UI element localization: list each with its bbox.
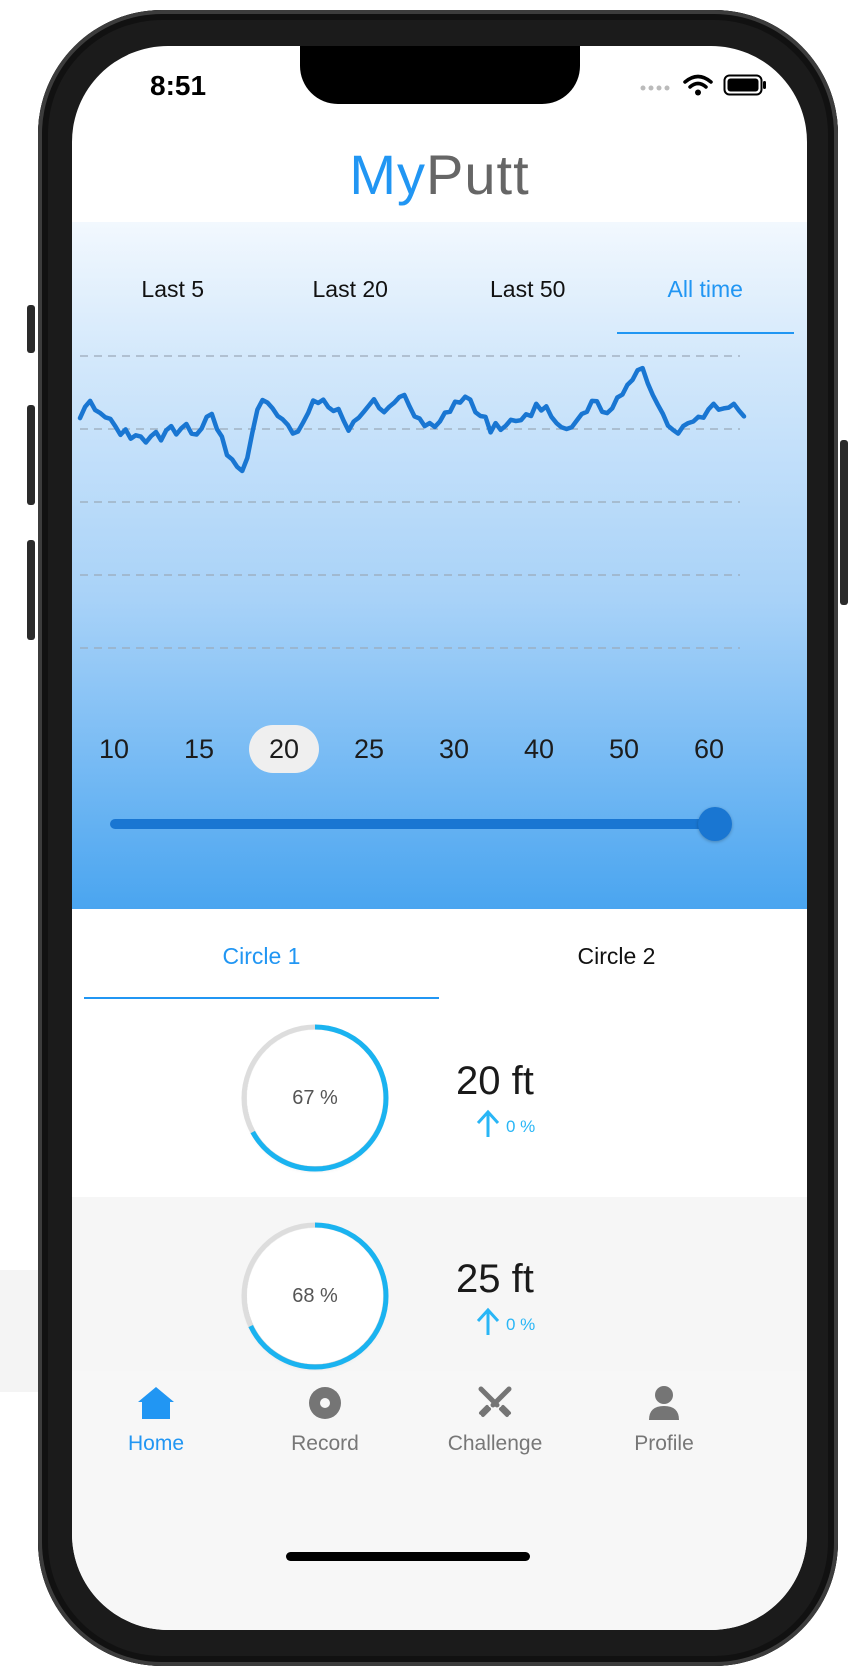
- nav-label: Home: [127, 1432, 185, 1455]
- stat-distance: 25 ft: [456, 1257, 534, 1301]
- stat-change-value: 0 %: [506, 1116, 536, 1136]
- app-title-putt: Putt: [426, 143, 530, 206]
- volume-up-button: [27, 405, 35, 505]
- battery-icon: [723, 74, 767, 101]
- nav-challenge[interactable]: Challenge: [415, 1385, 575, 1456]
- tab-last-20[interactable]: Last 20: [262, 262, 440, 332]
- status-icons: [639, 74, 767, 101]
- tab-circle-2[interactable]: Circle 2: [439, 909, 794, 999]
- stats-panel: Last 5 Last 20 Last 50 All time 10 15 20 25…: [72, 222, 807, 909]
- nav-label: Challenge: [447, 1432, 543, 1455]
- stat-distance: 20 ft: [456, 1059, 534, 1103]
- phone-screen: 8:51 MyPutt Last 5 Last 20 Last 50 All t…: [72, 46, 807, 1630]
- distance-selector: 10 15 20 25 30 40 50 60: [72, 725, 807, 785]
- home-indicator: [286, 1552, 530, 1561]
- arrow-up-icon: [474, 1307, 502, 1342]
- nav-profile[interactable]: Profile: [584, 1385, 744, 1456]
- bottom-nav: Home Record Challenge Profile: [72, 1371, 807, 1630]
- record-icon: [307, 1387, 343, 1425]
- arrow-up-icon: [474, 1109, 502, 1144]
- period-tabs: Last 5 Last 20 Last 50 All time: [84, 262, 795, 334]
- stat-change-value: 0 %: [506, 1314, 536, 1334]
- stat-row[interactable]: 68 % 25 ft 0 %: [72, 1197, 807, 1395]
- nav-record[interactable]: Record: [245, 1385, 405, 1456]
- home-icon: [136, 1387, 176, 1425]
- distance-option-15[interactable]: 15: [164, 725, 234, 773]
- power-button: [840, 440, 848, 605]
- chart-series-line: [77, 365, 747, 474]
- tab-last-5[interactable]: Last 5: [84, 262, 262, 332]
- signal-dots-icon: [639, 79, 673, 97]
- profile-icon: [648, 1386, 680, 1425]
- slider-track[interactable]: [110, 819, 715, 829]
- tab-last-50[interactable]: Last 50: [439, 262, 617, 332]
- nav-label: Profile: [634, 1432, 694, 1455]
- app-title-my: My: [349, 143, 427, 206]
- challenge-swords-icon: [477, 1386, 513, 1425]
- stat-change: 0 %: [474, 1307, 535, 1342]
- notch: [300, 46, 580, 104]
- mute-switch: [27, 305, 35, 353]
- tab-circle-1[interactable]: Circle 1: [84, 909, 439, 999]
- nav-home[interactable]: Home: [76, 1385, 236, 1456]
- stat-row[interactable]: 67 % 20 ft 0 %: [72, 999, 807, 1197]
- distance-option-60[interactable]: 60: [674, 725, 744, 773]
- putting-trend-chart: [77, 355, 747, 649]
- distance-option-20[interactable]: 20: [249, 725, 319, 773]
- volume-down-button: [27, 540, 35, 640]
- distance-option-30[interactable]: 30: [419, 725, 489, 773]
- slider-thumb[interactable]: [698, 807, 732, 841]
- nav-label: Record: [291, 1432, 359, 1455]
- gauge-percent: 68 %: [292, 1285, 338, 1307]
- circle-tabs: Circle 1 Circle 2: [84, 909, 794, 999]
- app-title: MyPutt: [72, 142, 807, 207]
- tab-all-time[interactable]: All time: [616, 262, 795, 334]
- distance-option-40[interactable]: 40: [504, 725, 574, 773]
- distance-option-25[interactable]: 25: [334, 725, 404, 773]
- stat-change: 0 %: [474, 1109, 535, 1144]
- distance-option-10[interactable]: 10: [79, 725, 149, 773]
- distance-option-50[interactable]: 50: [589, 725, 659, 773]
- wifi-icon: [683, 74, 713, 101]
- status-time: 8:51: [150, 70, 207, 101]
- gauge-percent: 67 %: [292, 1087, 338, 1109]
